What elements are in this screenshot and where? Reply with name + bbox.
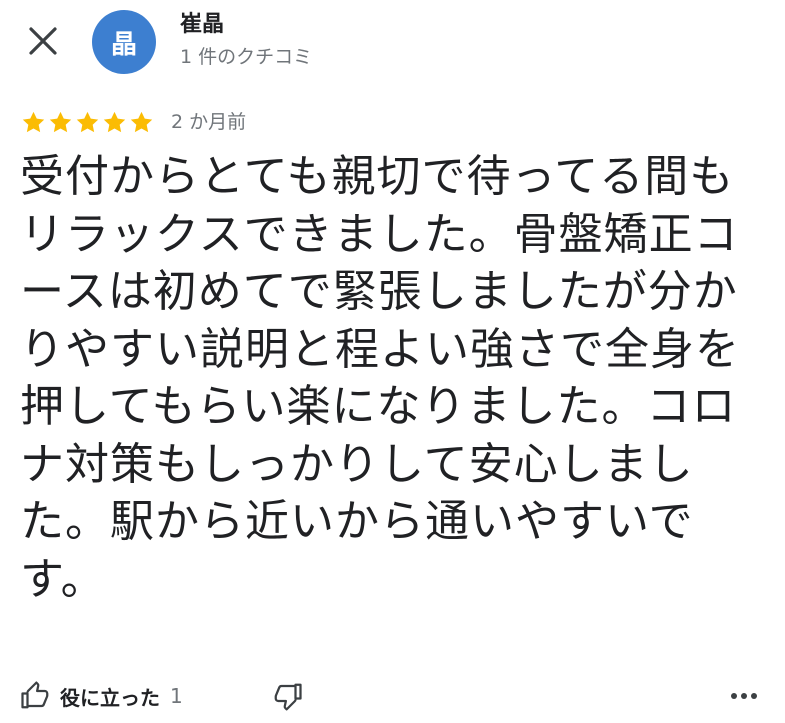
rating-row: 2 か月前 (20, 106, 246, 138)
avatar-initial: 晶 (110, 29, 137, 60)
star-icon (130, 111, 153, 132)
close-button[interactable] (24, 22, 62, 60)
star-icon (49, 111, 72, 132)
thumbs-down-icon (274, 683, 302, 711)
review-count: 1 件のクチコミ (180, 46, 313, 68)
dislike-button[interactable] (268, 676, 308, 716)
helpful-label: 役に立った (60, 685, 160, 710)
more-options-button[interactable] (722, 676, 766, 716)
author-name[interactable]: 崔晶 (180, 11, 224, 39)
review-text: 受付からとても親切で待ってる間もリラックスできました。骨盤矯正コースは初めてで緊… (20, 151, 740, 605)
star-icon (103, 111, 126, 132)
star-rating (20, 109, 155, 136)
avatar[interactable]: 晶 (92, 10, 156, 74)
review-time: 2 か月前 (171, 111, 247, 133)
more-horizontal-icon (731, 693, 757, 699)
helpful-button[interactable]: 役に立った 1 (20, 676, 183, 716)
star-icon (22, 111, 45, 132)
star-icon (76, 111, 99, 132)
thumbs-up-icon (21, 681, 49, 709)
close-icon (29, 27, 57, 55)
helpful-count: 1 (170, 684, 183, 708)
